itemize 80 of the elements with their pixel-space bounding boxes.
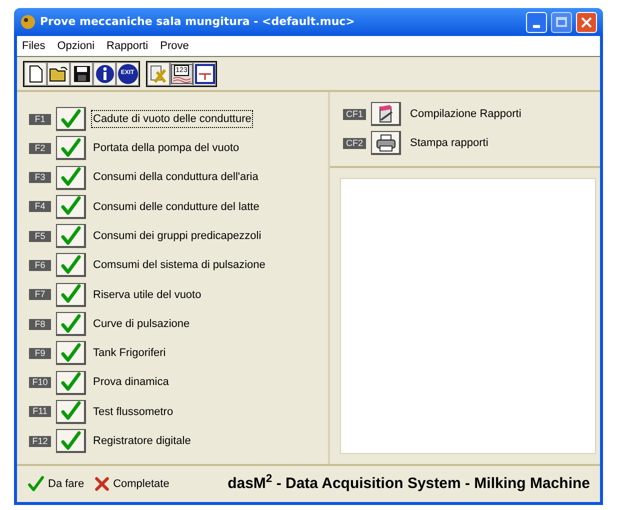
shortcut-key-label: F8 bbox=[29, 318, 51, 330]
test-status-button[interactable] bbox=[56, 194, 86, 219]
close-button[interactable] bbox=[576, 12, 597, 32]
report-button[interactable] bbox=[371, 131, 402, 155]
check-icon bbox=[60, 283, 82, 306]
test-status-button[interactable] bbox=[56, 282, 86, 307]
check-icon bbox=[60, 254, 82, 276]
test-status-button[interactable] bbox=[56, 136, 86, 160]
shortcut-key-label: F12 bbox=[29, 436, 51, 447]
printer-icon bbox=[376, 134, 396, 152]
test-label[interactable]: Registratore digitale bbox=[91, 432, 193, 451]
check-icon bbox=[60, 224, 82, 247]
test-label[interactable]: Comsumi del sistema di pulsazione bbox=[91, 256, 268, 275]
shortcut-key-label: F3 bbox=[29, 172, 51, 184]
shortcut-key-label: F2 bbox=[29, 142, 51, 154]
legend-label: Da fare bbox=[48, 476, 84, 492]
shortcut-key-label: F10 bbox=[29, 377, 51, 388]
shortcut-key-label: F1 bbox=[29, 114, 51, 124]
check-icon bbox=[60, 166, 82, 188]
toolbar-button[interactable] bbox=[93, 62, 116, 86]
maximize-button[interactable] bbox=[551, 12, 572, 32]
shortcut-key-label: F11 bbox=[29, 406, 51, 418]
shortcut-key-label: F4 bbox=[29, 201, 51, 212]
toolbar-button[interactable] bbox=[70, 62, 93, 86]
application-name: dasM$^{2}$ - Data Acquisition System - Milking Machine bbox=[228, 472, 590, 494]
check-icon bbox=[60, 342, 82, 364]
shortcut-key-label: CF2 bbox=[343, 138, 366, 148]
test-label[interactable]: Test flussometro bbox=[91, 402, 176, 422]
test-label[interactable]: Tank Frigoriferi bbox=[91, 344, 168, 363]
toolbar-button[interactable] bbox=[47, 62, 70, 86]
check-icon bbox=[60, 430, 82, 452]
menu-item[interactable]: Prove bbox=[160, 38, 189, 54]
cross-icon bbox=[94, 476, 110, 492]
test-status-button[interactable] bbox=[56, 166, 86, 190]
test-label[interactable]: Curve di pulsazione bbox=[91, 314, 192, 334]
minimize-button[interactable] bbox=[526, 12, 547, 32]
folder-icon bbox=[48, 66, 68, 82]
check-icon bbox=[27, 475, 45, 493]
shortcut-key-label: F7 bbox=[29, 289, 51, 300]
shortcut-key-label: CF1 bbox=[343, 108, 366, 120]
check-icon bbox=[60, 312, 82, 335]
test-status-button[interactable] bbox=[56, 312, 86, 336]
menu-item[interactable]: Rapporti bbox=[106, 38, 148, 54]
test-status-button[interactable] bbox=[56, 224, 86, 248]
report-label[interactable]: Compilazione Rapporti bbox=[410, 106, 522, 122]
menu-item[interactable]: Opzioni bbox=[57, 38, 95, 54]
test-status-button[interactable] bbox=[56, 253, 86, 278]
test-label[interactable]: Prova dinamica bbox=[91, 373, 171, 392]
menu-item[interactable]: Files bbox=[22, 38, 46, 54]
check-icon bbox=[60, 136, 82, 159]
shortcut-key-label: F5 bbox=[29, 230, 51, 242]
blank-page-icon bbox=[28, 64, 42, 82]
legend-label: Completate bbox=[113, 476, 170, 492]
test-label[interactable]: Cadute di vuoto delle condutture bbox=[91, 110, 254, 128]
test-label[interactable]: Riserva utile del vuoto bbox=[91, 286, 204, 304]
report-button[interactable] bbox=[371, 102, 402, 126]
test-status-button[interactable] bbox=[56, 429, 86, 454]
toolbar-button[interactable] bbox=[24, 62, 47, 86]
check-icon bbox=[60, 400, 82, 422]
check-icon bbox=[60, 195, 82, 218]
app-logo-icon bbox=[20, 14, 36, 30]
info-icon bbox=[94, 64, 114, 84]
shortcut-key-label: F9 bbox=[29, 348, 51, 359]
check-icon bbox=[60, 108, 82, 130]
window-title: Prove meccaniche sala mungitura - <default.muc> bbox=[40, 14, 356, 30]
test-status-button[interactable] bbox=[56, 107, 86, 131]
close-icon bbox=[581, 16, 592, 28]
toolbar-button[interactable] bbox=[193, 62, 216, 86]
test-status-button[interactable] bbox=[56, 370, 86, 395]
check-icon bbox=[60, 371, 82, 394]
test-label[interactable]: Consumi delle condutture del latte bbox=[91, 198, 262, 216]
toolbar-button[interactable] bbox=[147, 62, 170, 86]
test-label[interactable]: Consumi dei gruppi predicapezzoli bbox=[91, 226, 264, 246]
test-label[interactable]: Consumi della conduttura dell'aria bbox=[91, 168, 260, 187]
tools-icon bbox=[148, 64, 168, 84]
shortcut-key-label: F6 bbox=[29, 260, 51, 271]
test-label[interactable]: Portata della pompa del vuoto bbox=[91, 139, 242, 158]
test-status-button[interactable] bbox=[56, 400, 86, 424]
report-label[interactable]: Stampa rapporti bbox=[410, 134, 488, 152]
test-status-button[interactable] bbox=[56, 341, 86, 366]
